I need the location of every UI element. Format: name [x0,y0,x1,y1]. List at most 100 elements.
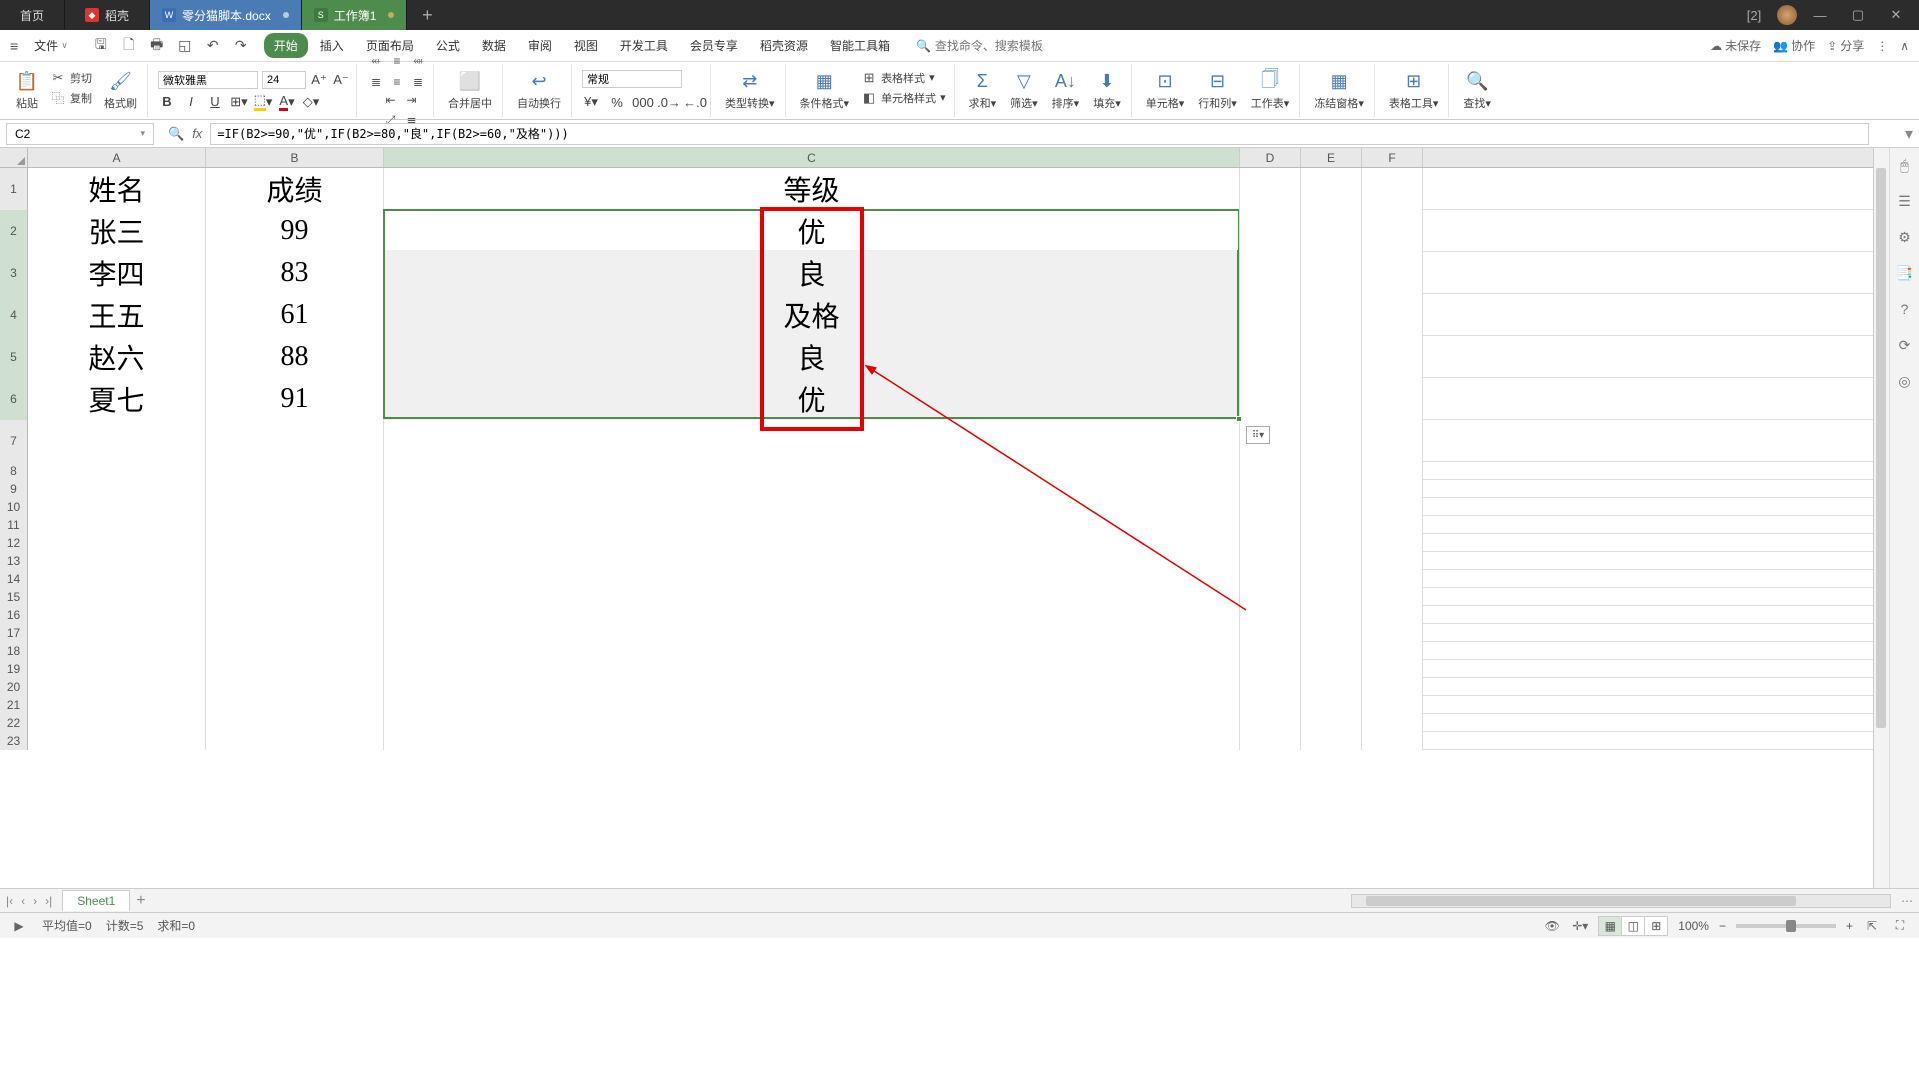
cell-E15[interactable] [1301,588,1362,606]
vertical-scrollbar[interactable] [1873,148,1889,888]
wrap-text-button[interactable]: ↩ 自动换行 [513,69,565,113]
select-all-corner[interactable] [0,148,28,167]
cell-C4[interactable]: 及格 [384,294,1240,336]
cell-E6[interactable] [1301,378,1362,420]
menutab-start[interactable]: 开始 [264,33,308,58]
cell-C1[interactable]: 等级 [384,168,1240,210]
col-header-A[interactable]: A [28,148,206,167]
cell-C21[interactable] [384,696,1240,714]
cell-A21[interactable] [28,696,206,714]
align-center-icon[interactable]: ≡ [388,73,406,91]
col-header-B[interactable]: B [206,148,384,167]
coop-button[interactable]: 👥协作 [1773,37,1815,54]
cell-F18[interactable] [1362,642,1423,660]
tab-home[interactable]: 首页 [0,0,65,30]
font-color-button[interactable]: A▾ [278,93,296,111]
cell-F2[interactable] [1362,210,1423,252]
cell-E20[interactable] [1301,678,1362,696]
align-top-icon[interactable]: ⬴ [367,52,385,70]
backup-icon[interactable]: ⟳ [1896,336,1914,354]
table-style-button[interactable]: ⊞表格样式▾ [859,69,948,87]
cell-F8[interactable] [1362,462,1423,480]
cell-E23[interactable] [1301,732,1362,750]
cell-D16[interactable] [1240,606,1301,624]
cell-A11[interactable] [28,516,206,534]
view-normal-icon[interactable]: ▦ [1598,916,1622,936]
cell-C8[interactable] [384,462,1240,480]
cell-B18[interactable] [206,642,384,660]
cell-B1[interactable]: 成绩 [206,168,384,210]
unsaved-indicator[interactable]: ☁未保存 [1710,37,1761,54]
cell-E1[interactable] [1301,168,1362,210]
cell-B8[interactable] [206,462,384,480]
cell-A19[interactable] [28,660,206,678]
cell-B12[interactable] [206,534,384,552]
cell-A23[interactable] [28,732,206,750]
cell-C10[interactable] [384,498,1240,516]
cell-E5[interactable] [1301,336,1362,378]
cell-A10[interactable] [28,498,206,516]
minimize-button[interactable]: — [1805,0,1835,30]
cell-D14[interactable] [1240,570,1301,588]
cell-B11[interactable] [206,516,384,534]
menutab-review[interactable]: 审阅 [518,33,562,58]
cell-A7[interactable] [28,420,206,462]
cell-E2[interactable] [1301,210,1362,252]
fullscreen-icon[interactable]: ⛶ [1891,917,1909,935]
cell-B3[interactable]: 83 [206,252,384,294]
cell-D22[interactable] [1240,714,1301,732]
row-header-23[interactable]: 23 [0,732,28,750]
cell-B5[interactable]: 88 [206,336,384,378]
sort-button[interactable]: A↓排序▾ [1048,69,1084,113]
cell-E18[interactable] [1301,642,1362,660]
fx-zoom-icon[interactable]: 🔍 [168,126,184,142]
cell-D18[interactable] [1240,642,1301,660]
cell-D12[interactable] [1240,534,1301,552]
record-macro-icon[interactable]: ▶ [10,917,28,935]
decrease-decimal-icon[interactable]: ←.0 [686,93,704,111]
menutab-view[interactable]: 视图 [564,33,608,58]
cell-A2[interactable]: 张三 [28,210,206,252]
row-header-14[interactable]: 14 [0,570,28,588]
cell-A8[interactable] [28,462,206,480]
cell-F15[interactable] [1362,588,1423,606]
cell-D3[interactable] [1240,252,1301,294]
border-button[interactable]: ⊞▾ [230,93,248,111]
format-painter-button[interactable]: 🖌 格式刷 [100,69,141,113]
print-preview-icon[interactable]: ◱ [176,37,194,55]
italic-button[interactable]: I [182,93,200,111]
center-icon[interactable]: ✛▾ [1571,917,1589,935]
cell-A15[interactable] [28,588,206,606]
cell-B10[interactable] [206,498,384,516]
cell-D17[interactable] [1240,624,1301,642]
collapse-ribbon-icon[interactable]: ∧ [1900,39,1909,53]
cell-E7[interactable] [1301,420,1362,462]
cell-D23[interactable] [1240,732,1301,750]
row-header-21[interactable]: 21 [0,696,28,714]
cell-F4[interactable] [1362,294,1423,336]
sheet-tab-sheet1[interactable]: Sheet1 [62,890,130,911]
cell-A3[interactable]: 李四 [28,252,206,294]
cell-E19[interactable] [1301,660,1362,678]
target-icon[interactable]: ◎ [1896,372,1914,390]
row-header-8[interactable]: 8 [0,462,28,480]
sum-button[interactable]: Σ求和▾ [965,69,1001,113]
cell-D5[interactable] [1240,336,1301,378]
cell-E10[interactable] [1301,498,1362,516]
cell-B23[interactable] [206,732,384,750]
cell-E16[interactable] [1301,606,1362,624]
window-indicator-icon[interactable]: [2] [1739,0,1769,30]
row-header-4[interactable]: 4 [0,294,28,336]
cell-C9[interactable] [384,480,1240,498]
cell-B17[interactable] [206,624,384,642]
cell-E9[interactable] [1301,480,1362,498]
menutab-smart[interactable]: 智能工具箱 [820,33,900,58]
cell-B20[interactable] [206,678,384,696]
cell-D9[interactable] [1240,480,1301,498]
cell-F23[interactable] [1362,732,1423,750]
share-button[interactable]: ⇪分享 [1827,37,1864,54]
row-header-17[interactable]: 17 [0,624,28,642]
search-input[interactable] [935,39,1065,53]
indent-decrease-icon[interactable]: ⇤ [382,91,400,109]
row-header-11[interactable]: 11 [0,516,28,534]
